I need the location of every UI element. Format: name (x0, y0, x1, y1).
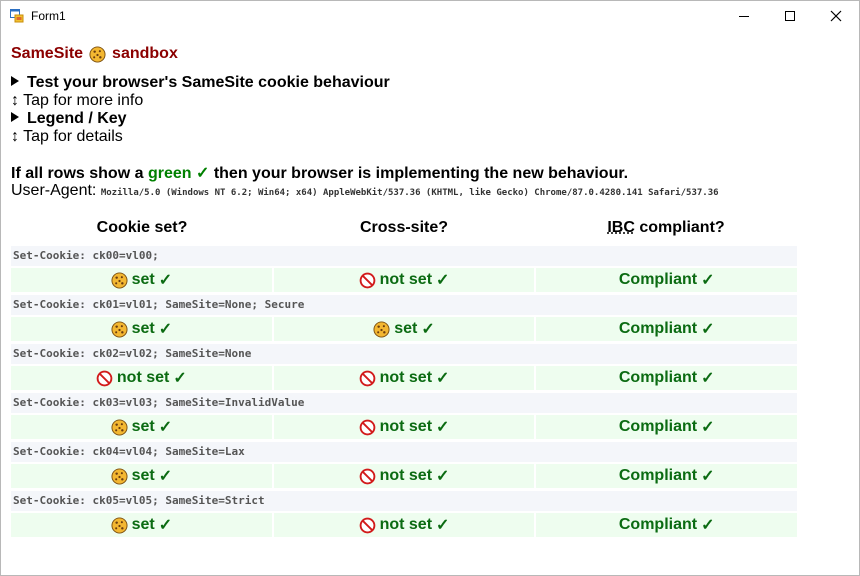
form-app-icon (10, 9, 24, 23)
check-icon: ✓ (436, 468, 450, 485)
cookie-set-cell: set ✓ (11, 268, 272, 292)
disclosure-triangle-icon (11, 112, 19, 122)
set-cookie-header: Set-Cookie: ck05=vl05; SameSite=Strict (11, 491, 797, 511)
close-icon (830, 10, 842, 22)
minimize-icon (739, 16, 749, 17)
no-entry-icon (359, 272, 376, 289)
set-cookie-header: Set-Cookie: ck01=vl01; SameSite=None; Se… (11, 295, 797, 315)
check-icon: ✓ (421, 321, 435, 338)
user-agent-label: User-Agent: (11, 182, 97, 199)
check-icon: ✓ (701, 419, 715, 436)
cross-site-cell: not set ✓ (273, 464, 535, 488)
compliance-cell: Compliant ✓ (536, 268, 798, 292)
check-icon: ✓ (701, 321, 715, 338)
cookie-icon (111, 516, 128, 534)
set-cookie-header: Set-Cookie: ck04=vl04; SameSite=Lax (11, 442, 797, 462)
compliance-cell: Compliant ✓ (536, 513, 798, 537)
results-table: Cookie set? Cross-site? IBC compliant? S… (11, 215, 798, 537)
cross-site-cell: not set ✓ (273, 513, 535, 537)
cookie-icon (373, 320, 390, 338)
user-agent-line: User-Agent: Mozilla/5.0 (Windows NT 6.2;… (11, 182, 719, 200)
check-icon: ✓ (158, 517, 173, 534)
table-row: not set ✓ not set ✓ Compliant ✓ (11, 366, 798, 390)
check-icon: ✓ (173, 370, 187, 387)
cookie-set-cell: set ✓ (11, 464, 272, 488)
cross-site-cell: not set ✓ (273, 268, 535, 292)
minimize-button[interactable] (721, 1, 767, 31)
check-icon: ✓ (195, 165, 210, 182)
cookie-icon (111, 271, 128, 289)
header-cross-site: Cross-site? (359, 219, 449, 236)
no-entry-icon (359, 370, 376, 387)
legend-summary[interactable]: Legend / Key (11, 110, 127, 128)
table-row: set ✓ not set ✓ Compliant ✓ (11, 268, 798, 292)
cookie-icon (89, 45, 106, 63)
cookie-set-cell: not set ✓ (11, 366, 272, 390)
maximize-button[interactable] (767, 1, 813, 31)
table-row: set ✓ set ✓ Compliant ✓ (11, 317, 798, 341)
check-icon: ✓ (701, 272, 715, 289)
table-row: set ✓ not set ✓ Compliant ✓ (11, 415, 798, 439)
up-down-arrow-icon: ↕ (11, 92, 19, 109)
cookie-set-cell: set ✓ (11, 513, 272, 537)
header-cookie-set: Cookie set? (96, 219, 188, 236)
header-ibc-compliant: IBC compliant? (607, 219, 725, 236)
check-icon: ✓ (436, 272, 450, 289)
cookie-icon (111, 320, 128, 338)
table-row: set ✓ not set ✓ Compliant ✓ (11, 513, 798, 537)
cookie-icon (111, 418, 128, 436)
user-agent-value: Mozilla/5.0 (Windows NT 6.2; Win64; x64)… (100, 188, 719, 198)
compliance-cell: Compliant ✓ (536, 317, 798, 341)
compliance-cell: Compliant ✓ (536, 464, 798, 488)
window-title: Form1 (31, 9, 66, 23)
cookie-set-cell: set ✓ (11, 317, 272, 341)
cookie-icon (111, 467, 128, 485)
ibc-abbreviation[interactable]: IBC (607, 219, 635, 236)
table-header: Cookie set? Cross-site? IBC compliant? (11, 215, 797, 243)
check-icon: ✓ (436, 419, 450, 436)
check-icon: ✓ (701, 468, 715, 485)
up-down-arrow-icon: ↕ (11, 128, 19, 145)
legend-tap[interactable]: ↕ Tap for details (11, 128, 123, 146)
compliance-cell: Compliant ✓ (536, 415, 798, 439)
check-icon: ✓ (701, 370, 715, 387)
set-cookie-header: Set-Cookie: ck02=vl02; SameSite=None (11, 344, 797, 364)
table-row: set ✓ not set ✓ Compliant ✓ (11, 464, 798, 488)
check-icon: ✓ (701, 517, 715, 534)
title-sandbox: sandbox (112, 45, 178, 62)
no-entry-icon (359, 517, 376, 534)
no-entry-icon (96, 370, 113, 387)
check-icon: ✓ (158, 468, 173, 485)
check-icon: ✓ (436, 517, 450, 534)
page-title: SameSite sandbox (11, 45, 178, 63)
test-info-tap[interactable]: ↕ Tap for more info (11, 92, 143, 110)
set-cookie-header: Set-Cookie: ck00=vl00; (11, 246, 797, 266)
app-window: Form1 SameSite sandbox Test your browser… (0, 0, 860, 576)
green-word: green (147, 165, 192, 182)
test-info-summary[interactable]: Test your browser's SameSite cookie beha… (11, 74, 390, 92)
result-instruction: If all rows show a green ✓ then your bro… (11, 165, 629, 182)
check-icon: ✓ (158, 419, 173, 436)
check-icon: ✓ (158, 272, 173, 289)
cross-site-cell: set ✓ (273, 317, 535, 341)
no-entry-icon (359, 419, 376, 436)
title-bar[interactable]: Form1 (1, 1, 859, 31)
check-icon: ✓ (436, 370, 450, 387)
table-body: Set-Cookie: ck00=vl00; set ✓ not set ✓ Compli… (11, 246, 798, 537)
check-icon: ✓ (158, 321, 173, 338)
cross-site-cell: not set ✓ (273, 366, 535, 390)
maximize-icon (785, 11, 795, 21)
compliance-cell: Compliant ✓ (536, 366, 798, 390)
no-entry-icon (359, 468, 376, 485)
close-button[interactable] (813, 1, 859, 31)
cross-site-cell: not set ✓ (273, 415, 535, 439)
title-samesite: SameSite (11, 45, 84, 62)
cookie-set-cell: set ✓ (11, 415, 272, 439)
disclosure-triangle-icon (11, 76, 19, 86)
set-cookie-header: Set-Cookie: ck03=vl03; SameSite=InvalidV… (11, 393, 797, 413)
